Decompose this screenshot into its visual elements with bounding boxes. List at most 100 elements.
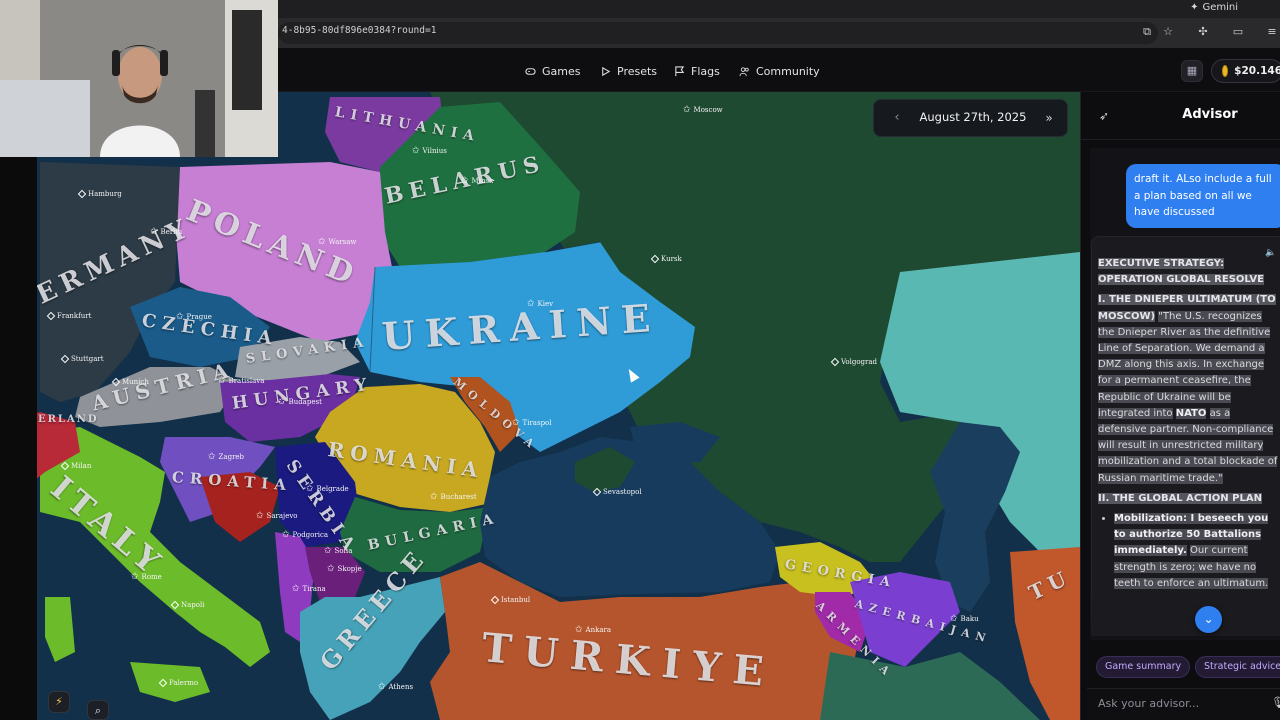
globe-button[interactable]: ▦ [1181,60,1203,82]
world-map[interactable]: LITHUANIA BELARUS POLAND ERMANY CZECHIA … [0,92,1080,720]
nav-games[interactable]: Games [525,63,580,79]
nav-flags-label: Flags [691,64,720,78]
city-budapest[interactable]: ✩ Budapest [278,397,322,407]
lightning-button[interactable]: ⚡ [48,691,70,713]
city-diamond-icon [830,357,840,367]
region-sardinia [45,597,75,662]
balance-badge[interactable]: $20.146 [1211,59,1280,83]
capital-star-icon: ✩ [318,237,326,247]
city-skopje[interactable]: ✩ Skopje [327,564,362,574]
capital-star-icon: ✩ [218,376,226,386]
chat-fade [1091,590,1280,636]
city-frankfurt[interactable]: Frankfurt [46,311,91,321]
extensions-icon[interactable]: ✣ [1195,24,1211,40]
city-diamond-icon [170,600,180,610]
lightning-icon: ⚡ [55,695,63,708]
capital-star-icon: ✩ [575,625,583,635]
city-napoli[interactable]: Napoli [170,600,204,610]
menu-icon[interactable]: ≡ [1264,24,1280,40]
chip-game-summary[interactable]: Game summary [1096,656,1191,678]
fast-forward-button[interactable]: » [1038,108,1060,128]
strategy-heading: EXECUTIVE STRATEGY: OPERATION GLOBAL RES… [1098,258,1264,286]
star-icon[interactable]: ☆ [1160,24,1176,40]
nav-flags[interactable]: Flags [674,63,720,79]
city-diamond-icon [60,354,70,364]
city-tirana[interactable]: ✩ Tirana [292,584,326,594]
search-icon: ⌕ [94,704,102,717]
city-rome[interactable]: ✩ Rome [131,572,162,582]
city-prague[interactable]: ✩ Prague [176,312,212,322]
section1-body-b: as a defensive partner. Non-compliance w… [1098,407,1278,484]
chevron-down-icon: ⌄ [1203,612,1214,626]
advisor-title: Advisor [1182,107,1238,122]
nav-community[interactable]: Community [739,63,820,79]
section1-body-a: "The U.S. recognizes the Dnieper River a… [1098,310,1271,419]
capital-star-icon: ✩ [461,176,469,186]
city-athens[interactable]: ✩ Athens [378,682,413,692]
url-text: 4-8b95-80df896e0384?round=1 [282,25,437,36]
globe-icon: ▦ [1186,64,1198,77]
city-diamond-icon [77,189,87,199]
city-zagreb[interactable]: ✩ Zagreb [208,452,244,462]
split-icon[interactable]: ▭ [1230,24,1246,40]
city-ankara[interactable]: ✩ Ankara [575,625,611,635]
nav-community-label: Community [756,64,820,78]
city-berlin[interactable]: ✩ Berlin [150,227,182,237]
label-ireland-partial: ERLAND [38,414,99,425]
balance-value: $20.146 [1234,65,1280,77]
fast-forward-icon: » [1045,111,1053,125]
city-warsaw[interactable]: ✩ Warsaw [318,237,356,247]
capital-star-icon: ✩ [324,546,332,556]
search-button[interactable]: ⌕ [87,700,109,720]
city-baku[interactable]: ✩ Baku [950,614,979,624]
city-kursk[interactable]: Kursk [650,254,682,264]
capital-star-icon: ✩ [131,572,139,582]
chevron-left-icon: ‹ [894,110,900,125]
city-bratislava[interactable]: ✩ Bratislava [218,376,264,386]
city-tiraspol[interactable]: ✩ Tiraspol [512,418,552,428]
nav-presets[interactable]: Presets [600,63,657,79]
left-black-strip [0,157,37,720]
city-volgograd[interactable]: Volgograd [830,357,877,367]
region-iran [820,652,1040,720]
nav-presets-label: Presets [617,64,658,78]
city-diamond-icon [111,377,121,387]
city-diamond-icon [650,254,660,264]
city-belgrade[interactable]: ✩ Belgrade [306,484,349,494]
city-podgorica[interactable]: ✩ Podgorica [282,530,328,540]
city-sarajevo[interactable]: ✩ Sarajevo [256,511,298,521]
city-sevastopol[interactable]: Sevastopol [592,487,642,497]
gemini-button[interactable]: ✦ Gemini [1190,0,1238,14]
capital-star-icon: ✩ [292,584,300,594]
capital-star-icon: ✩ [208,452,216,462]
capital-star-icon: ✩ [430,492,438,502]
scroll-down-button[interactable]: ⌄ [1195,606,1222,633]
city-stuttgart[interactable]: Stuttgart [60,354,104,364]
gamepad-icon [525,67,536,75]
city-diamond-icon [490,595,500,605]
city-istanbul[interactable]: Istanbul [490,595,530,605]
city-diamond-icon [46,311,56,321]
city-bucharest[interactable]: ✩ Bucharest [430,492,477,502]
pin-icon[interactable]: ➶ [1096,108,1112,124]
city-moscow[interactable]: ✩ Moscow [683,105,723,115]
city-kiev[interactable]: ✩ Kiev [527,299,553,309]
screen: ✦ Gemini 4-8b95-80df896e0384?round=1 ⧉ ☆… [0,0,1280,720]
play-icon [602,66,611,76]
city-vilnius[interactable]: ✩ Vilnius [412,146,447,156]
city-munich[interactable]: Munich [111,377,149,387]
city-sofia[interactable]: ✩ Sofia [324,546,352,556]
webcam-image [0,0,278,157]
date-prev-button[interactable]: ‹ [887,108,907,128]
capital-star-icon: ✩ [527,299,535,309]
capital-star-icon: ✩ [278,397,286,407]
city-milan[interactable]: Milan [60,461,91,471]
capital-star-icon: ✩ [683,105,691,115]
city-palermo[interactable]: Palermo [158,678,198,688]
city-hamburg[interactable]: Hamburg [77,189,122,199]
chip-strategic-advice[interactable]: Strategic advice [1195,656,1280,678]
cast-icon[interactable]: ⧉ [1139,24,1155,40]
mic-icon[interactable]: 🎙 [1271,696,1280,710]
nato-bold: NATO [1175,407,1207,419]
city-minsk[interactable]: ✩ Minsk [461,176,493,186]
